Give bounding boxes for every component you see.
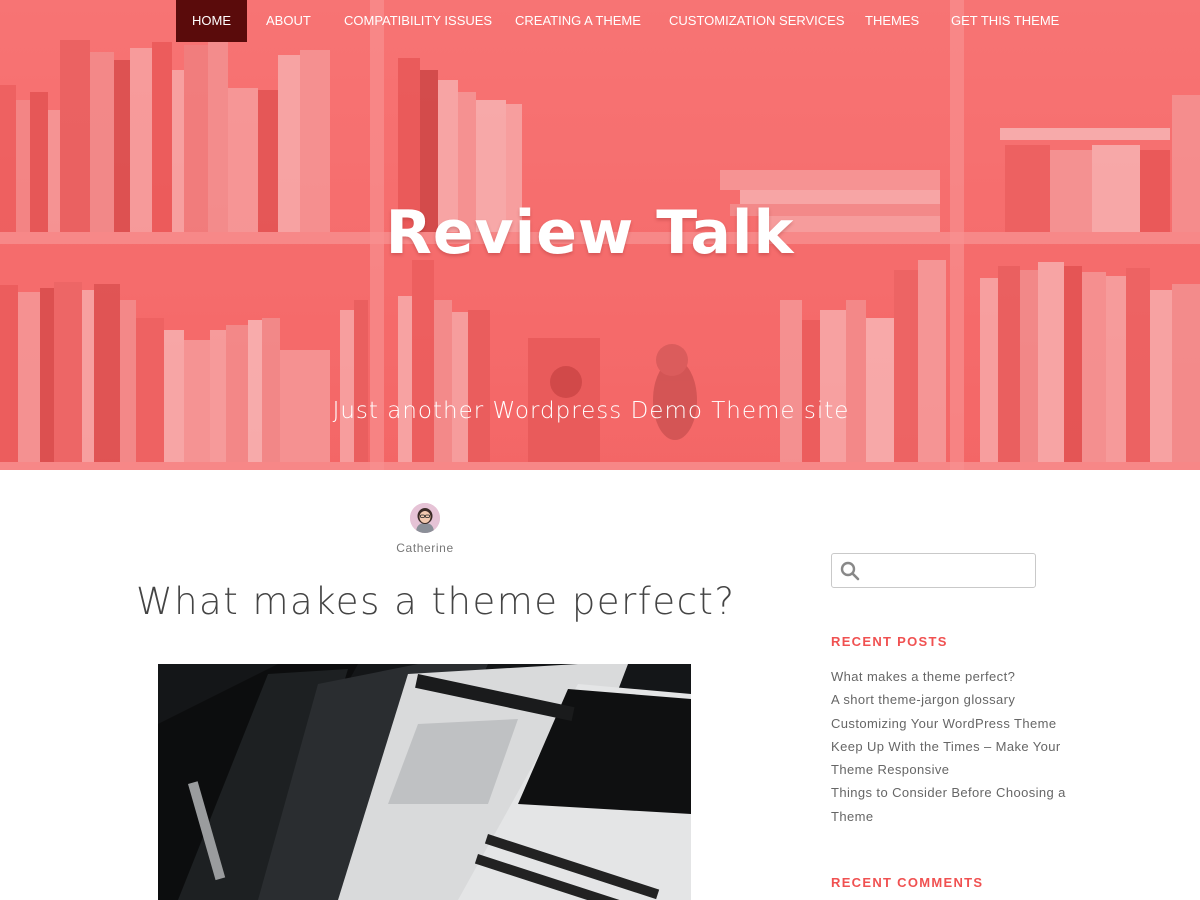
nav-item-themes[interactable]: THEMES <box>848 0 936 42</box>
search-form <box>831 553 1036 588</box>
list-item: A short theme-jargon glossary <box>831 688 1071 711</box>
list-item: What makes a theme perfect? <box>831 665 1071 688</box>
list-item: Keep Up With the Times – Make Your Theme… <box>831 735 1071 782</box>
list-item: Things to Consider Before Choosing a The… <box>831 781 1071 828</box>
recent-post-link[interactable]: What makes a theme perfect? <box>831 669 1015 684</box>
nav-item-customization-services[interactable]: CUSTOMIZATION SERVICES <box>652 0 862 42</box>
recent-post-link[interactable]: Customizing Your WordPress Theme <box>831 716 1056 731</box>
recent-post-link[interactable]: A short theme-jargon glossary <box>831 692 1015 707</box>
site-tagline: Just another Wordpress Demo Theme site <box>332 398 850 424</box>
nav-item-about[interactable]: ABOUT <box>249 0 328 42</box>
recent-posts-list: What makes a theme perfect? A short them… <box>831 665 1071 828</box>
avatar-illustration <box>410 503 440 533</box>
recent-post-link[interactable]: Things to Consider Before Choosing a The… <box>831 785 1066 823</box>
recent-post-link[interactable]: Keep Up With the Times – Make Your Theme… <box>831 739 1061 777</box>
main-navigation: HOME ABOUT COMPATIBILITY ISSUES CREATING… <box>0 0 1200 42</box>
site-title[interactable]: Review Talk <box>0 198 1180 268</box>
nav-item-creating-a-theme[interactable]: CREATING A THEME <box>498 0 658 42</box>
recent-posts-title: RECENT POSTS <box>831 634 948 649</box>
search-icon[interactable] <box>840 561 860 581</box>
nav-item-home[interactable]: HOME <box>176 0 247 42</box>
list-item: Customizing Your WordPress Theme <box>831 712 1071 735</box>
post-author-name[interactable]: Catherine <box>360 541 490 555</box>
site-header: HOME ABOUT COMPATIBILITY ISSUES CREATING… <box>0 0 1200 470</box>
nav-item-get-this-theme[interactable]: GET THIS THEME <box>934 0 1076 42</box>
post-featured-image[interactable] <box>158 664 691 900</box>
nav-item-compatibility-issues[interactable]: COMPATIBILITY ISSUES <box>327 0 509 42</box>
author-avatar[interactable] <box>410 503 440 533</box>
recent-comments-title: RECENT COMMENTS <box>831 875 984 890</box>
magazines-photo <box>158 664 691 900</box>
search-input[interactable] <box>866 558 1030 584</box>
post-title[interactable]: What makes a theme perfect? <box>136 580 736 623</box>
